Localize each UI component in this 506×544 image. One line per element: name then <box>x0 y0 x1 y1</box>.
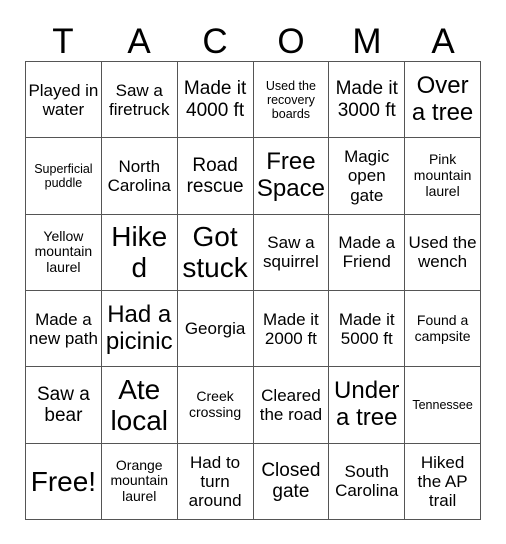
bingo-header-letters: TACOMA <box>25 12 481 60</box>
bingo-cell-label: Under a tree <box>334 377 400 431</box>
bingo-cell[interactable]: Found a campsite <box>405 291 481 368</box>
bingo-cell-label: Road rescue <box>186 154 244 197</box>
bingo-cell-label: Yellow mountain laurel <box>34 227 93 276</box>
bingo-cell-label: Cleared the road <box>259 385 323 424</box>
bingo-cell[interactable]: North Carolina <box>101 138 178 215</box>
bingo-cell[interactable]: Made it 5000 ft <box>329 291 406 368</box>
bingo-card: T A C O M A Played in water Saw a firetruck Mad… <box>0 0 506 544</box>
bingo-cell[interactable]: Closed gate <box>253 443 330 520</box>
bingo-cell[interactable]: Under a tree <box>329 367 406 444</box>
bingo-cell-label: Ate local <box>110 373 169 436</box>
bingo-cell-label: Made it 4000 ft <box>183 78 247 121</box>
bingo-cell-label: Had to turn around <box>188 452 242 510</box>
header-letter-1: A <box>127 22 151 61</box>
bingo-cell-label: Played in water <box>28 80 99 119</box>
bingo-cell-label: Orange mountain laurel <box>110 456 169 505</box>
bingo-cell[interactable]: Georgia <box>177 291 254 368</box>
bingo-cell[interactable]: Road rescue <box>177 138 254 215</box>
bingo-cell[interactable]: Made a Friend <box>329 214 406 291</box>
bingo-cell-label: Made it 2000 ft <box>263 309 319 348</box>
bingo-cell-label: Creek crossing <box>189 388 242 420</box>
bingo-cell[interactable]: Free Space <box>253 138 330 215</box>
bingo-cell[interactable]: Made it 2000 ft <box>253 291 330 368</box>
header-letter-2: C <box>202 22 228 61</box>
bingo-cell-label: Found a campsite <box>414 311 471 344</box>
bingo-cell-label: Free! <box>30 465 97 497</box>
bingo-cell-label: Made a Friend <box>338 233 396 272</box>
bingo-cell[interactable]: Had to turn around <box>177 443 254 520</box>
bingo-cell[interactable]: Magic open gate <box>329 138 406 215</box>
header-letter-5: A <box>431 22 455 61</box>
bingo-cell-label: Made a new path <box>28 309 98 348</box>
bingo-grid: Played in water Saw a firetruck Made it 40… <box>25 61 481 520</box>
bingo-cell[interactable]: Made it 4000 ft <box>177 62 254 139</box>
bingo-cell-label: Hiked the AP trail <box>417 452 468 510</box>
bingo-cell[interactable]: Over a tree <box>405 62 481 139</box>
bingo-cell[interactable]: Got stuck <box>177 214 254 291</box>
bingo-cell[interactable]: Played in water <box>26 62 102 139</box>
bingo-cell[interactable]: Tennessee <box>405 367 481 444</box>
bingo-cell-label: Had a picinic <box>105 300 173 355</box>
bingo-cell[interactable]: Made a new path <box>26 291 102 368</box>
bingo-cell[interactable]: Had a picinic <box>101 291 178 368</box>
bingo-cell-label: Magic open gate <box>344 147 390 205</box>
bingo-cell[interactable]: Pink mountain laurel <box>405 138 481 215</box>
bingo-cell[interactable]: Creek crossing <box>177 367 254 444</box>
bingo-cell[interactable]: Used the recovery boards <box>253 62 330 139</box>
bingo-cell-label: Superficial puddle <box>34 161 93 190</box>
bingo-cell[interactable]: Saw a bear <box>26 367 102 444</box>
bingo-cell-label: Free Space <box>256 148 325 202</box>
bingo-cell-label: Used the recovery boards <box>265 78 316 121</box>
bingo-cell[interactable]: Hiked the AP trail <box>405 443 481 520</box>
bingo-cell-label: Over a tree <box>411 71 474 126</box>
bingo-cell-label: Made it 3000 ft <box>335 78 398 121</box>
bingo-cell-label: Pink mountain laurel <box>413 151 472 199</box>
header-letter-4: M <box>352 22 382 61</box>
bingo-cell-label: North Carolina <box>107 156 171 195</box>
bingo-cell-label: Tennessee <box>412 397 473 412</box>
header-letter-0: T <box>52 22 74 61</box>
bingo-cell[interactable]: Hiked <box>101 214 178 291</box>
bingo-cell-label: Saw a bear <box>37 383 90 426</box>
bingo-cell[interactable]: Cleared the road <box>253 367 330 444</box>
bingo-cell[interactable]: Saw a squirrel <box>253 214 330 291</box>
bingo-cell[interactable]: Ate local <box>101 367 178 444</box>
bingo-cell[interactable]: South Carolina <box>329 443 406 520</box>
bingo-cell-label: South Carolina <box>335 462 399 501</box>
bingo-cell-label: Hiked <box>111 220 168 284</box>
bingo-cell[interactable]: Made it 3000 ft <box>329 62 406 139</box>
bingo-cell[interactable]: Free! <box>26 443 102 520</box>
header-letter-3: O <box>277 22 305 61</box>
bingo-cell-label: Georgia <box>184 319 246 339</box>
bingo-cell[interactable]: Superficial puddle <box>26 138 102 215</box>
bingo-cell-label: Made it 5000 ft <box>338 309 395 348</box>
bingo-cell-label: Saw a firetruck <box>109 80 170 119</box>
bingo-cell-label: Saw a squirrel <box>263 233 319 272</box>
bingo-cell[interactable]: Used the wench <box>405 214 481 291</box>
bingo-cell[interactable]: Yellow mountain laurel <box>26 214 102 291</box>
bingo-cell-label: Got stuck <box>182 220 248 284</box>
bingo-cell[interactable]: Orange mountain laurel <box>101 443 178 520</box>
bingo-cell-label: Used the wench <box>408 233 477 272</box>
bingo-cell-label: Closed gate <box>261 460 321 503</box>
bingo-cell[interactable]: Saw a firetruck <box>101 62 178 139</box>
